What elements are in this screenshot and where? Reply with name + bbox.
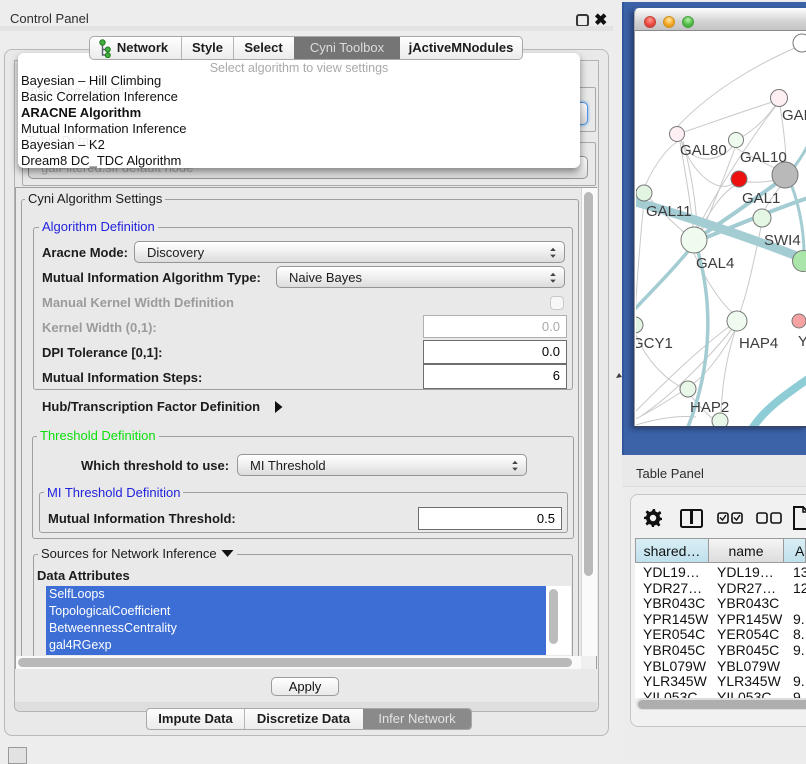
- svg-text:GAL1: GAL1: [742, 190, 780, 207]
- svg-text:GAL11: GAL11: [646, 203, 692, 220]
- svg-text:SWI4: SWI4: [764, 232, 801, 249]
- svg-text:HAP2: HAP2: [690, 399, 729, 416]
- svg-text:GAL4: GAL4: [696, 255, 734, 272]
- svg-text:GAL10: GAL10: [740, 149, 787, 166]
- svg-text:GAL2: GAL2: [782, 107, 806, 124]
- svg-text:GCY1: GCY1: [636, 335, 673, 352]
- svg-text:HAP4: HAP4: [739, 335, 778, 352]
- svg-text:GAL80: GAL80: [680, 142, 727, 159]
- svg-text:Y: Y: [798, 333, 806, 350]
